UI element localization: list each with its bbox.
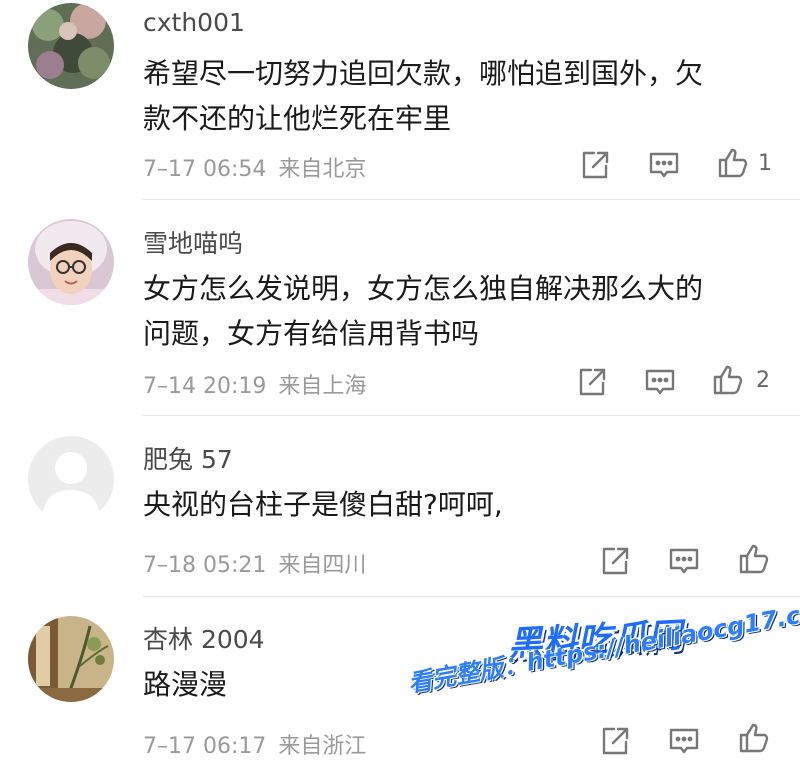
avatar[interactable]	[28, 219, 114, 305]
comment-text-line: 女方怎么发说明，女方怎么独自解决那么大的	[143, 272, 704, 305]
avatar[interactable]	[28, 436, 114, 522]
comment-time: 7–17 06:54	[143, 157, 267, 182]
share-icon[interactable]	[598, 724, 632, 758]
like-count: 2	[756, 368, 770, 393]
avatar[interactable]	[28, 616, 114, 702]
comment-location: 来自北京	[278, 157, 367, 182]
avatar[interactable]	[28, 3, 114, 89]
share-icon[interactable]	[598, 544, 632, 578]
username[interactable]: 肥兔 57	[143, 440, 233, 476]
thumbs-up-icon[interactable]	[716, 146, 750, 180]
comment-text-line: 央视的台柱子是傻白甜?呵呵,	[143, 488, 503, 521]
username[interactable]: cxth001	[143, 8, 245, 37]
comment-location: 来自四川	[278, 553, 367, 578]
comment-location: 来自浙江	[278, 734, 367, 759]
divider	[143, 199, 800, 200]
comment-text: 女方怎么发说明，女方怎么独自解决那么大的 问题，女方有给信用背书吗	[143, 266, 753, 356]
comment-location: 来自上海	[278, 374, 367, 399]
share-icon[interactable]	[578, 148, 612, 182]
comment-icon[interactable]	[667, 724, 701, 758]
comment-meta: 7–14 20:19 来自上海	[143, 368, 366, 400]
comment-text: 央视的台柱子是傻白甜?呵呵,	[143, 482, 753, 527]
thumbs-up-icon[interactable]	[737, 721, 771, 755]
comment-icon[interactable]	[667, 544, 701, 578]
divider	[143, 596, 800, 597]
comment-time: 7–17 06:17	[143, 734, 267, 759]
comment-icon[interactable]	[643, 365, 677, 399]
comment-meta: 7–17 06:54 来自北京	[143, 151, 366, 183]
comment-text-line: 款不还的让他烂死在牢里	[143, 102, 452, 135]
comment-time: 7–18 05:21	[143, 553, 267, 578]
comment-time: 7–14 20:19	[143, 374, 267, 399]
like-count: 1	[758, 151, 772, 176]
divider	[143, 415, 800, 416]
username[interactable]: 杏林 2004	[143, 620, 265, 656]
comment-text: 希望尽一切努力追回欠款，哪怕追到国外，欠 款不还的让他烂死在牢里	[143, 51, 753, 141]
share-icon[interactable]	[575, 365, 609, 399]
comment-icon[interactable]	[647, 148, 681, 182]
comment-meta: 7–17 06:17 来自浙江	[143, 728, 366, 760]
thumbs-up-icon[interactable]	[711, 363, 745, 397]
username[interactable]: 雪地喵呜	[143, 224, 243, 260]
thumbs-up-icon[interactable]	[737, 542, 771, 576]
comment-meta: 7–18 05:21 来自四川	[143, 547, 366, 579]
comment-text-line: 希望尽一切努力追回欠款，哪怕追到国外，欠	[143, 57, 704, 90]
comment-text-line: 问题，女方有给信用背书吗	[143, 317, 480, 350]
